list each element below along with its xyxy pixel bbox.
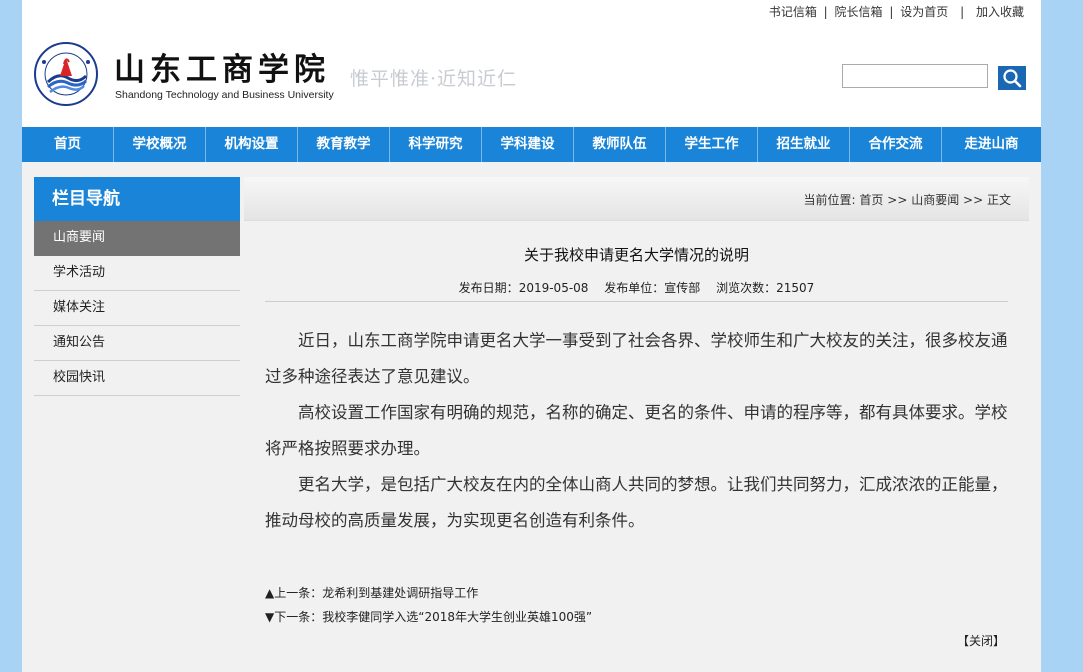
separator: | [823,5,828,19]
school-emblem-icon[interactable] [34,42,98,106]
prev-article-link[interactable]: 龙希利到基建处调研指导工作 [322,586,478,600]
school-name-en: Shandong Technology and Business Univers… [115,89,334,101]
sidebar: 栏目导航 山商要闻 学术活动 媒体关注 通知公告 校园快讯 [34,177,240,672]
sidebar-title: 栏目导航 [34,177,240,221]
school-motto: 惟平惟准·近知近仁 [350,68,518,90]
set-homepage-link[interactable]: 设为首页 [900,5,948,19]
article-body: 近日，山东工商学院申请更名大学一事受到了社会各界、学校师生和广大校友的关注，很多… [265,323,1008,539]
article-meta: 发布日期：2019-05-08 发布单位：宣传部 浏览次数：21507 [244,279,1029,296]
breadcrumb-home-link[interactable]: 首页 [859,193,883,207]
view-count-value: 21507 [776,281,815,295]
add-favorite-link[interactable]: 加入收藏 [976,5,1024,19]
nav-item-research[interactable]: 科学研究 [390,127,482,162]
article-paragraph: 近日，山东工商学院申请更名大学一事受到了社会各界、学校师生和广大校友的关注，很多… [265,331,1008,386]
main-content: 当前位置: 首页 >> 山商要闻 >> 正文 关于我校申请更名大学情况的说明 发… [244,177,1029,672]
school-name-cn[interactable]: 山东工商学院 [114,44,330,89]
nav-item-admission[interactable]: 招生就业 [758,127,850,162]
prev-article-label: ▲上一条： [265,586,323,600]
nav-item-education[interactable]: 教育教学 [298,127,390,162]
nav-item-home[interactable]: 首页 [22,127,114,162]
article-paragraph: 更名大学，是包括广大校友在内的全体山商人共同的梦想。让我们共同努力，汇成浓浓的正… [265,475,1008,530]
nav-item-cooperation[interactable]: 合作交流 [850,127,942,162]
publish-unit-label: 发布单位： [604,281,665,295]
title-divider [265,301,1008,302]
top-links: 书记信箱 | 院长信箱 | 设为首页 | 加入收藏 [769,3,1024,20]
publish-unit-value: 宣传部 [664,281,701,295]
next-article-label: ▼下一条： [265,610,323,624]
president-mailbox-link[interactable]: 院长信箱 [835,5,883,19]
breadcrumb-sep: >> [887,193,908,207]
breadcrumb-current: 正文 [986,193,1011,207]
publish-date-value: 2019-05-08 [518,281,589,295]
sidebar-item-notices[interactable]: 通知公告 [34,326,240,361]
breadcrumb-bar: 当前位置: 首页 >> 山商要闻 >> 正文 [244,177,1029,221]
sidebar-item-campus[interactable]: 校园快讯 [34,361,240,396]
nav-item-overview[interactable]: 学校概况 [114,127,206,162]
secretary-mailbox-link[interactable]: 书记信箱 [769,5,817,19]
close-button[interactable]: 【关闭】 [957,632,1005,649]
search-icon [998,69,1026,93]
publish-date: 发布日期：2019-05-08 [459,281,589,295]
next-article: ▼下一条：我校李健同学入选“2018年大学生创业英雄100强” [265,608,592,625]
search-input[interactable] [842,64,988,88]
sidebar-item-media[interactable]: 媒体关注 [34,291,240,326]
prev-article: ▲上一条：龙希利到基建处调研指导工作 [265,584,478,601]
page-container: 书记信箱 | 院长信箱 | 设为首页 | 加入收藏 山东工商学院 Shandon… [22,0,1041,672]
breadcrumb-section-link[interactable]: 山商要闻 [911,193,959,207]
nav-item-students[interactable]: 学生工作 [666,127,758,162]
nav-item-departments[interactable]: 机构设置 [206,127,298,162]
next-article-link[interactable]: 我校李健同学入选“2018年大学生创业英雄100强” [322,610,592,624]
nav-item-about[interactable]: 走进山商 [942,127,1041,162]
breadcrumb: 当前位置: 首页 >> 山商要闻 >> 正文 [804,191,1011,208]
search-button[interactable] [998,66,1026,90]
nav-item-disciplines[interactable]: 学科建设 [482,127,574,162]
main-nav: 首页 学校概况 机构设置 教育教学 科学研究 学科建设 教师队伍 学生工作 招生… [22,127,1041,162]
sidebar-item-news[interactable]: 山商要闻 [34,221,240,256]
separator: | [960,5,965,19]
breadcrumb-label: 当前位置: [803,193,856,207]
publish-unit: 发布单位：宣传部 [604,281,700,295]
publish-date-label: 发布日期： [458,281,519,295]
nav-item-faculty[interactable]: 教师队伍 [574,127,666,162]
article-title: 关于我校申请更名大学情况的说明 [523,246,749,264]
separator: | [889,5,894,19]
view-count: 浏览次数：21507 [716,281,814,295]
sidebar-item-academic[interactable]: 学术活动 [34,256,240,291]
view-count-label: 浏览次数： [716,281,777,295]
article-paragraph: 高校设置工作国家有明确的规范，名称的确定、更名的条件、申请的程序等，都有具体要求… [265,403,1008,458]
breadcrumb-sep: >> [963,193,984,207]
